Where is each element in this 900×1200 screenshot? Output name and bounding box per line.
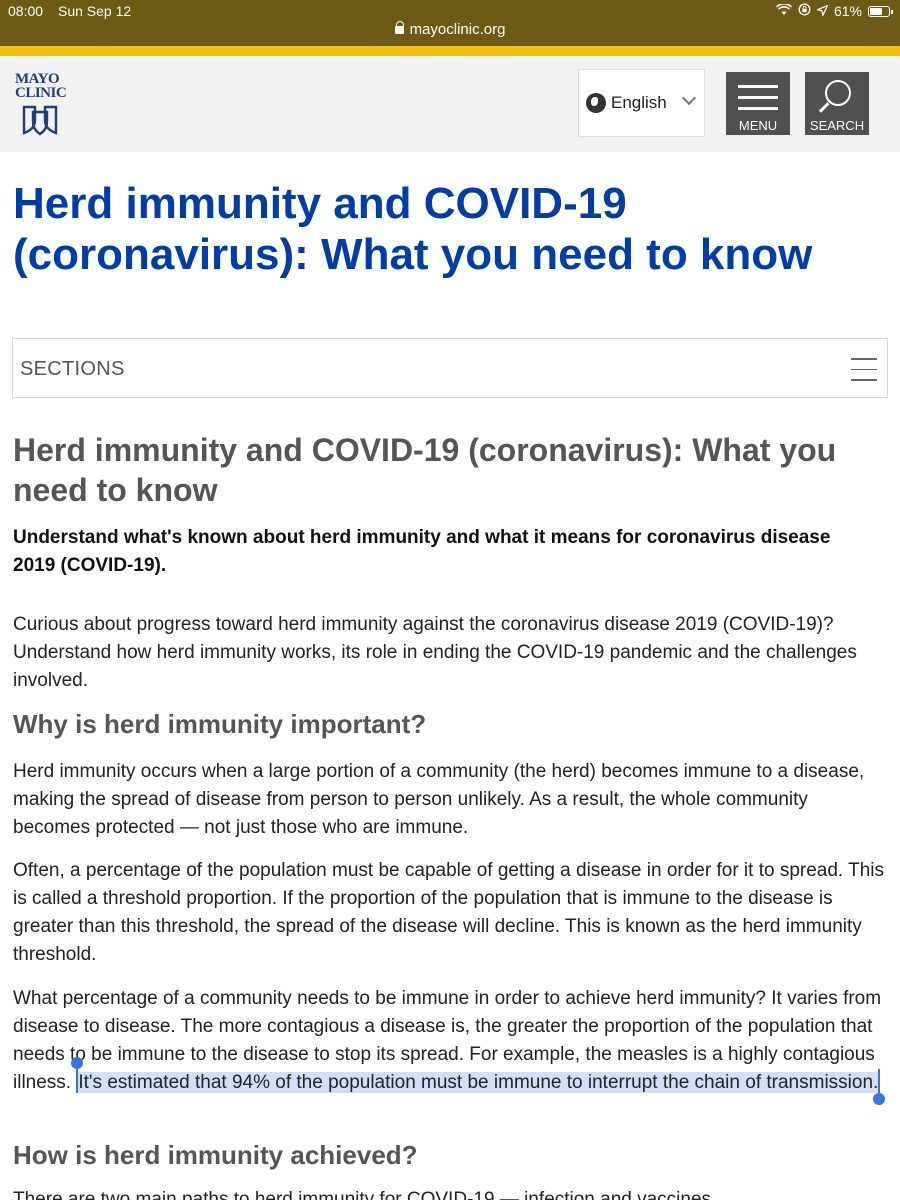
article-paragraph: Curious about progress toward herd immun… (13, 614, 857, 691)
article-paragraph: What percentage of a community needs to … (13, 985, 888, 1105)
article-paragraph: There are two main paths to herd immunit… (13, 1189, 717, 1200)
wifi-icon (776, 3, 792, 19)
logo-line-1: MAYO (15, 71, 60, 87)
article-title: Herd immunity and COVID-19 (coronavirus)… (13, 432, 837, 508)
section-heading-importance: Why is herd immunity important? (13, 709, 427, 739)
mayo-clinic-logo[interactable]: MAYO CLINIC (15, 72, 69, 142)
article-intro: Understand what's known about herd immun… (13, 527, 831, 576)
search-button[interactable]: SEARCH (805, 72, 869, 135)
logo-line-2: CLINIC (15, 85, 67, 101)
status-time: 08:00 (8, 3, 44, 19)
sections-dropdown[interactable]: SECTIONS (12, 338, 888, 398)
status-indicators: 61% (776, 3, 893, 19)
chevron-down-icon (681, 90, 697, 106)
language-select[interactable]: English (578, 69, 705, 137)
brand-accent-bar (0, 46, 900, 56)
language-label: English (611, 93, 667, 112)
search-button-label: SEARCH (809, 118, 865, 133)
address-bar[interactable]: mayoclinic.org (0, 21, 900, 38)
globe-icon (586, 93, 606, 113)
hamburger-icon (738, 85, 778, 118)
article-paragraph: Herd immunity occurs when a large portio… (13, 761, 865, 838)
article-paragraph: Often, a percentage of the population mu… (13, 860, 885, 965)
selection-start-handle[interactable] (71, 1057, 84, 1093)
menu-button-label: MENU (738, 118, 778, 133)
shields-logo-icon (22, 105, 58, 136)
battery-percent: 61% (833, 3, 862, 19)
status-date: Sun Sep 12 (58, 3, 132, 19)
selected-text[interactable]: It's estimated that 94% of the populatio… (78, 1072, 879, 1093)
search-icon (825, 80, 851, 106)
sections-label: SECTIONS (20, 358, 125, 380)
screen-lock-icon (798, 3, 811, 19)
lock-icon (394, 21, 405, 34)
status-bar: 08:00 Sun Sep 12 61% mayoclinic.org (0, 0, 900, 46)
selection-end-handle[interactable] (873, 1069, 886, 1105)
hamburger-icon (851, 358, 877, 390)
section-heading-achieved: How is herd immunity achieved? (13, 1140, 418, 1170)
battery-icon (868, 5, 893, 17)
page-title: Herd immunity and COVID-19 (coronavirus)… (13, 179, 813, 279)
location-icon (816, 3, 829, 19)
menu-button[interactable]: MENU (726, 72, 790, 135)
url-text: mayoclinic.org (409, 21, 506, 38)
site-header: MAYO CLINIC English MENU SEARCH (0, 56, 900, 152)
